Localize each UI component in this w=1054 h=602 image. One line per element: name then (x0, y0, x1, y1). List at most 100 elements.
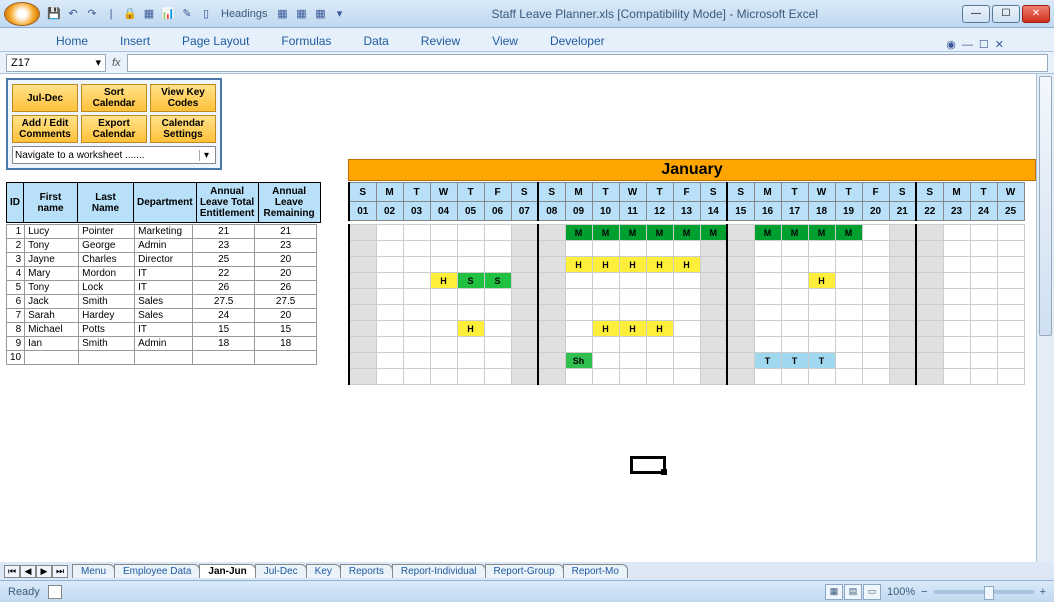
vertical-scrollbar[interactable] (1036, 74, 1054, 580)
macro-record-icon[interactable] (48, 585, 62, 599)
calendar-cell[interactable] (403, 337, 430, 353)
calendar-cell[interactable]: T (781, 353, 808, 369)
calendar-cell[interactable]: H (646, 257, 673, 273)
calendar-cell[interactable] (403, 289, 430, 305)
col-annual-leave-remaining[interactable]: Annual Leave Remaining (258, 183, 320, 223)
calendar-cell[interactable] (754, 241, 781, 257)
chevron-down-icon[interactable]: ▾ (95, 56, 101, 69)
calendar-cell[interactable] (889, 321, 916, 337)
calendar-cell[interactable] (754, 273, 781, 289)
calendar-cell[interactable] (565, 289, 592, 305)
calendar-cell[interactable] (565, 337, 592, 353)
calendar-cell[interactable] (970, 257, 997, 273)
ribbon-tab-page-layout[interactable]: Page Layout (176, 31, 255, 51)
calendar-cell[interactable] (457, 257, 484, 273)
calendar-cell[interactable] (430, 241, 457, 257)
calendar-cell[interactable] (835, 353, 862, 369)
calendar-cell[interactable] (538, 225, 565, 241)
table-row[interactable]: 5TonyLockIT2626 (7, 281, 317, 295)
ribbon-tab-view[interactable]: View (486, 31, 524, 51)
ribbon-tab-data[interactable]: Data (357, 31, 394, 51)
calendar-cell[interactable] (538, 321, 565, 337)
calendar-cell[interactable]: H (457, 321, 484, 337)
calendar-cell[interactable] (646, 369, 673, 385)
calendar-cell[interactable] (484, 257, 511, 273)
sheet-tab-report-group[interactable]: Report-Group (485, 564, 564, 578)
calendar-cell[interactable]: M (754, 225, 781, 241)
calendar-cell[interactable] (565, 305, 592, 321)
calendar-cell[interactable] (808, 289, 835, 305)
sheet-tab-reports[interactable]: Reports (340, 564, 393, 578)
calendar-cell[interactable] (646, 305, 673, 321)
worksheet-area[interactable]: Jul-Dec Sort Calendar View Key Codes Add… (0, 74, 1036, 580)
calendar-cell[interactable] (430, 225, 457, 241)
calendar-cell[interactable] (619, 353, 646, 369)
calendar-cell[interactable] (970, 321, 997, 337)
last-tab-icon[interactable]: ⏭ (52, 565, 68, 578)
calendar-cell[interactable] (943, 353, 970, 369)
calendar-cell[interactable] (781, 241, 808, 257)
calendar-cell[interactable] (727, 353, 754, 369)
calendar-cell[interactable] (403, 241, 430, 257)
doc-close-icon[interactable]: ✕ (995, 38, 1004, 51)
calendar-cell[interactable] (619, 289, 646, 305)
calendar-cell[interactable] (754, 369, 781, 385)
calendar-cell[interactable] (727, 337, 754, 353)
calendar-cell[interactable] (511, 273, 538, 289)
calendar-cell[interactable]: M (565, 225, 592, 241)
zoom-in-icon[interactable]: + (1040, 586, 1046, 598)
ribbon-tab-developer[interactable]: Developer (544, 31, 611, 51)
calendar-cell[interactable] (511, 257, 538, 273)
calendar-cell[interactable] (430, 369, 457, 385)
calendar-cell[interactable] (835, 305, 862, 321)
calendar-cell[interactable] (700, 241, 727, 257)
fx-icon[interactable]: fx (112, 57, 121, 69)
calendar-row[interactable] (349, 369, 1024, 385)
calendar-cell[interactable]: M (835, 225, 862, 241)
calendar-cell[interactable] (619, 305, 646, 321)
calendar-cell[interactable] (457, 289, 484, 305)
calendar-settings-button[interactable]: Calendar Settings (150, 115, 216, 143)
calendar-cell[interactable] (916, 241, 943, 257)
calendar-cell[interactable] (889, 241, 916, 257)
calendar-cell[interactable] (700, 321, 727, 337)
calendar-cell[interactable] (376, 273, 403, 289)
calendar-cell[interactable] (403, 305, 430, 321)
calendar-cell[interactable]: H (430, 273, 457, 289)
redo-icon[interactable]: ↷ (84, 6, 100, 22)
calendar-cell[interactable] (808, 305, 835, 321)
table-row[interactable]: 3JayneCharlesDirector2520 (7, 253, 317, 267)
calendar-cell[interactable] (862, 273, 889, 289)
calendar-row[interactable]: ShTTT (349, 353, 1024, 369)
calendar-cell[interactable] (646, 241, 673, 257)
calendar-cell[interactable] (754, 305, 781, 321)
calendar-cell[interactable] (538, 257, 565, 273)
calendar-cell[interactable] (997, 305, 1024, 321)
calendar-cell[interactable] (835, 321, 862, 337)
page-break-view-icon[interactable]: ▭ (863, 584, 881, 600)
next-tab-icon[interactable]: ▶ (36, 565, 52, 578)
chart-icon[interactable]: 📊 (160, 6, 176, 22)
sheet-tab-menu[interactable]: Menu (72, 564, 115, 578)
calendar-cell[interactable] (916, 225, 943, 241)
calendar-cell[interactable] (376, 337, 403, 353)
view3-icon[interactable]: ▦ (312, 6, 328, 22)
calendar-cell[interactable] (700, 369, 727, 385)
calendar-cell[interactable] (538, 369, 565, 385)
calendar-cell[interactable] (970, 289, 997, 305)
calendar-row[interactable] (349, 305, 1024, 321)
calendar-cell[interactable] (916, 305, 943, 321)
calendar-cell[interactable]: Sh (565, 353, 592, 369)
calendar-cell[interactable] (376, 369, 403, 385)
calendar-cell[interactable] (727, 289, 754, 305)
calendar-cell[interactable]: M (673, 225, 700, 241)
calendar-cell[interactable] (430, 321, 457, 337)
calendar-cell[interactable] (619, 273, 646, 289)
pivot-icon[interactable]: ▦ (141, 6, 157, 22)
zoom-level[interactable]: 100% (887, 586, 915, 598)
calendar-cell[interactable] (916, 289, 943, 305)
calendar-cell[interactable] (538, 273, 565, 289)
calendar-cell[interactable] (943, 225, 970, 241)
calendar-cell[interactable] (538, 353, 565, 369)
calendar-cell[interactable] (592, 337, 619, 353)
